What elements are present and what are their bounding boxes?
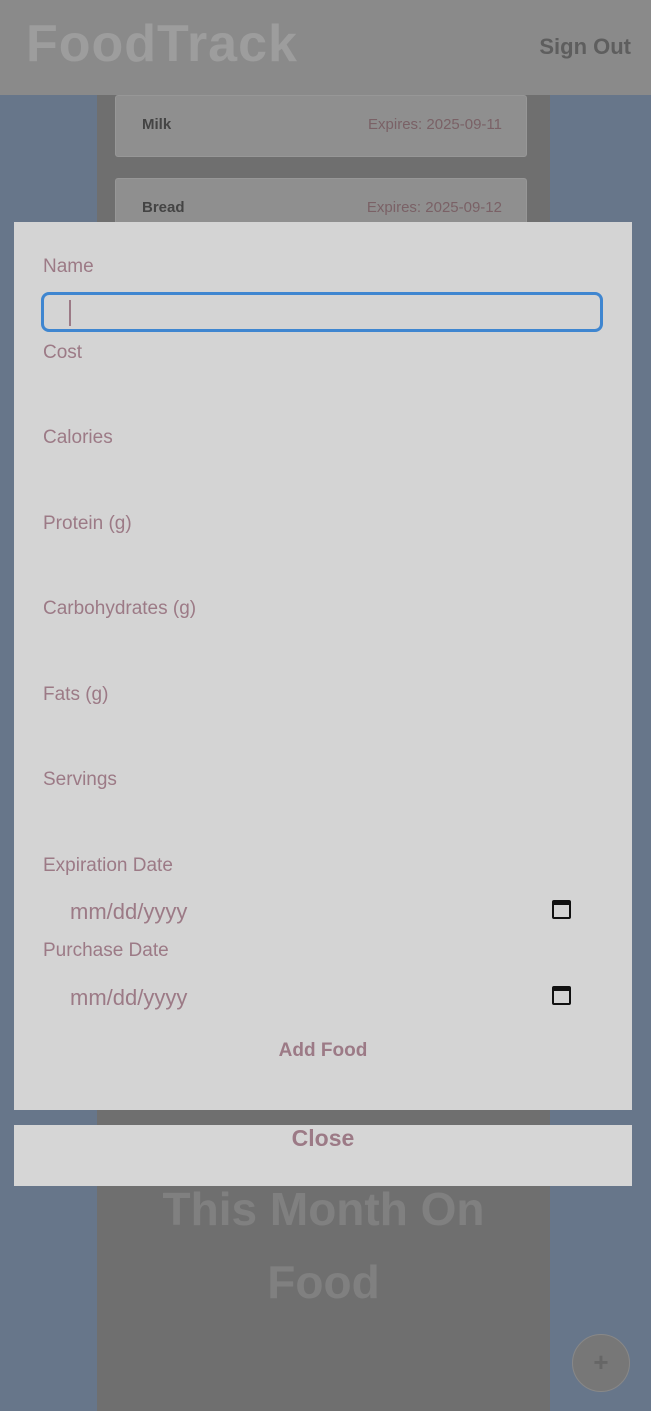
calendar-icon[interactable] — [552, 986, 571, 1005]
purchase-date-input[interactable]: mm/dd/yyyy — [70, 985, 187, 1011]
food-card-name: Milk — [142, 116, 172, 133]
calories-label: Calories — [43, 427, 113, 448]
calendar-icon[interactable] — [552, 900, 571, 919]
add-food-button[interactable]: Add Food — [14, 1040, 632, 1062]
food-card-expiry: Expires: 2025-09-11 — [368, 116, 502, 133]
food-card[interactable]: Milk Expires: 2025-09-11 — [115, 95, 527, 157]
cost-label: Cost — [43, 342, 83, 363]
sign-out-button[interactable]: Sign Out — [539, 34, 631, 60]
food-card-expiry: Expires: 2025-09-12 — [366, 199, 502, 216]
expiration-date-label: Expiration Date — [43, 855, 173, 876]
name-input[interactable] — [41, 292, 603, 332]
carbohydrates-label: Carbohydrates (g) — [43, 598, 197, 619]
name-label: Name — [43, 256, 94, 277]
food-card-name: Bread — [142, 199, 185, 216]
servings-label: Servings — [43, 769, 117, 790]
plus-icon[interactable] — [572, 1334, 630, 1392]
text-caret — [69, 300, 71, 326]
app-logo: FoodTrack — [26, 15, 298, 73]
close-button[interactable]: Close — [14, 1125, 632, 1186]
headline-line-2: Food — [267, 1256, 380, 1308]
protein-label: Protein (g) — [43, 513, 132, 534]
add-food-modal: Name Cost Calories Protein (g) Carbohydr… — [14, 222, 632, 1110]
headline-line-1: This Month On — [162, 1183, 485, 1235]
expiration-date-input[interactable]: mm/dd/yyyy — [70, 899, 187, 925]
purchase-date-label: Purchase Date — [43, 940, 169, 961]
fats-label: Fats (g) — [43, 684, 109, 705]
top-bar: FoodTrack Sign Out — [0, 0, 651, 95]
